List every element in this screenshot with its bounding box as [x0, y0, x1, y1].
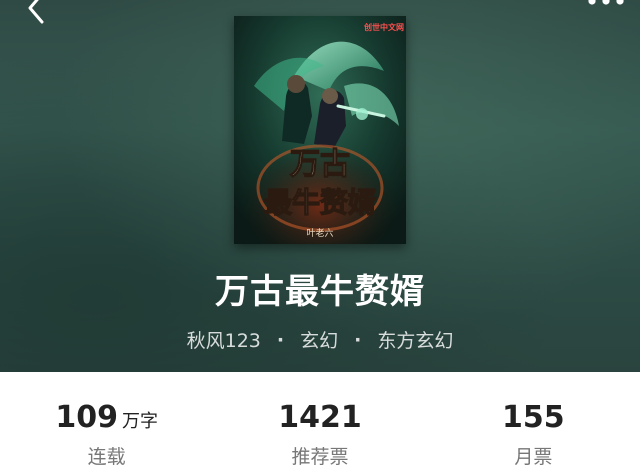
- more-button[interactable]: [584, 0, 628, 10]
- book-title: 万古最牛赘婿: [215, 272, 425, 312]
- stat-word-count: 109 万字 连载: [0, 372, 213, 472]
- stat-label: 推荐票: [291, 446, 349, 468]
- cover-title-line2: 最牛赘婿: [264, 186, 376, 219]
- book-meta: 秋风123 · 玄幻 · 东方玄幻: [0, 326, 640, 353]
- subgenre-link[interactable]: 东方玄幻: [377, 326, 453, 353]
- book-cover[interactable]: 创世中文网 万古 最牛赘婿 叶老六: [234, 16, 406, 244]
- book-stats-bar: 109 万字 连载 1421 推荐票 155 月票: [0, 372, 640, 472]
- stat-value: 109: [55, 400, 118, 435]
- cover-author-mark: 叶老六: [306, 227, 333, 239]
- stat-label: 连载: [87, 446, 126, 468]
- stat-value: 155: [502, 400, 565, 435]
- stat-unit: 万字: [121, 411, 158, 432]
- chevron-left-icon: [28, 0, 44, 24]
- stat-recommend-votes[interactable]: 1421 推荐票: [213, 372, 426, 472]
- stat-label: 月票: [514, 446, 553, 468]
- cover-title-line1: 万古: [290, 147, 350, 182]
- meta-separator: ·: [276, 328, 285, 351]
- stat-value: 1421: [278, 400, 362, 435]
- cover-publisher-badge: 创世中文网: [363, 22, 404, 32]
- genre-link[interactable]: 玄幻: [300, 326, 338, 353]
- back-button[interactable]: [18, 0, 52, 24]
- stat-monthly-votes[interactable]: 155 月票: [427, 372, 640, 472]
- author-link[interactable]: 秋风123: [187, 326, 261, 353]
- meta-separator: ·: [354, 328, 362, 351]
- book-hero-header: 创世中文网 万古 最牛赘婿 叶老六 万古最牛赘婿 秋风123 · 玄幻 · 东方…: [0, 0, 640, 372]
- more-dots-icon: [588, 0, 624, 5]
